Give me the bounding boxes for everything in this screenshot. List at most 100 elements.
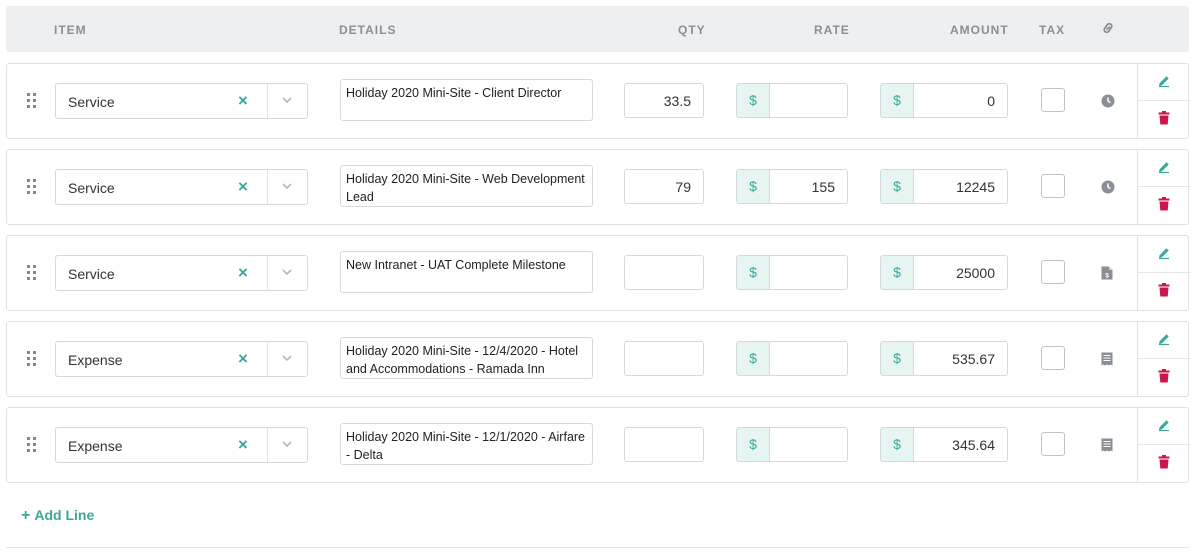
line-item-row: Expense × Holiday 2020 Mini-Site - 12/1/… — [6, 407, 1191, 483]
edit-icon[interactable] — [1157, 246, 1171, 260]
divider — [6, 547, 1189, 548]
delete-icon[interactable] — [1158, 197, 1170, 211]
details-textarea[interactable]: Holiday 2020 Mini-Site - Web Development… — [340, 165, 593, 207]
row-actions — [1137, 321, 1191, 397]
edit-icon[interactable] — [1157, 332, 1171, 346]
currency-symbol: $ — [881, 428, 914, 461]
document-icon: $ — [1101, 266, 1115, 280]
delete-icon[interactable] — [1158, 369, 1170, 383]
actions-divider — [1138, 444, 1191, 445]
select-separator — [267, 170, 268, 204]
column-header-qty: QTY — [678, 23, 706, 37]
row-actions — [1137, 235, 1191, 311]
select-separator — [267, 342, 268, 376]
chevron-down-icon[interactable] — [280, 265, 294, 279]
actions-divider — [1138, 186, 1191, 187]
row-actions — [1137, 407, 1191, 483]
amount-input[interactable]: $ 0 — [880, 83, 1008, 118]
item-type-select[interactable]: Service × — [55, 169, 308, 205]
link-icon — [1101, 21, 1115, 38]
line-item-row: Service × New Intranet - UAT Complete Mi… — [6, 235, 1191, 311]
clear-icon[interactable]: × — [238, 349, 248, 369]
rate-input[interactable]: $ — [736, 427, 848, 462]
rate-input[interactable]: $ — [736, 341, 848, 376]
line-item-row: Service × Holiday 2020 Mini-Site - Web D… — [6, 149, 1191, 225]
qty-input[interactable] — [624, 255, 704, 290]
column-header-amount: AMOUNT — [950, 23, 1009, 37]
qty-input[interactable] — [624, 427, 704, 462]
amount-value: 345.64 — [952, 437, 995, 453]
actions-divider — [1138, 100, 1191, 101]
currency-symbol: $ — [737, 428, 770, 461]
actions-divider — [1138, 358, 1191, 359]
delete-icon[interactable] — [1158, 283, 1170, 297]
drag-handle-icon[interactable] — [27, 437, 37, 453]
column-header-details: DETAILS — [339, 23, 397, 37]
details-textarea[interactable]: Holiday 2020 Mini-Site - 12/1/2020 - Air… — [340, 423, 593, 465]
tax-checkbox[interactable] — [1041, 346, 1065, 370]
chevron-down-icon[interactable] — [280, 437, 294, 451]
item-type-select[interactable]: Service × — [55, 255, 308, 291]
item-type-select[interactable]: Expense × — [55, 341, 308, 377]
delete-icon[interactable] — [1158, 455, 1170, 469]
amount-input[interactable]: $ 12245 — [880, 169, 1008, 204]
rate-input[interactable]: $ — [736, 83, 848, 118]
clear-icon[interactable]: × — [238, 91, 248, 111]
drag-handle-icon[interactable] — [27, 179, 37, 195]
details-textarea[interactable]: Holiday 2020 Mini-Site - Client Director — [340, 79, 593, 121]
column-header-item: ITEM — [54, 23, 87, 37]
edit-icon[interactable] — [1157, 160, 1171, 174]
tax-checkbox[interactable] — [1041, 432, 1065, 456]
chevron-down-icon[interactable] — [280, 93, 294, 107]
rate-input[interactable]: $ 155 — [736, 169, 848, 204]
qty-input[interactable] — [624, 341, 704, 376]
item-type-value: Service — [68, 94, 115, 110]
table-header: ITEM DETAILS QTY RATE AMOUNT TAX — [6, 6, 1189, 52]
item-type-value: Service — [68, 180, 115, 196]
clear-icon[interactable]: × — [238, 263, 248, 283]
select-separator — [267, 256, 268, 290]
add-line-button[interactable]: + Add Line — [21, 507, 94, 525]
rate-value: 155 — [811, 179, 835, 195]
drag-handle-icon[interactable] — [27, 93, 37, 109]
chevron-down-icon[interactable] — [280, 351, 294, 365]
qty-input[interactable]: 79 — [624, 169, 704, 204]
chevron-down-icon[interactable] — [280, 179, 294, 193]
tax-checkbox[interactable] — [1041, 260, 1065, 284]
svg-text:$: $ — [1105, 273, 1109, 280]
edit-icon[interactable] — [1157, 418, 1171, 432]
plus-icon: + — [21, 507, 31, 524]
item-type-value: Service — [68, 266, 115, 282]
details-textarea[interactable]: New Intranet - UAT Complete Milestone — [340, 251, 593, 293]
row-actions — [1137, 63, 1191, 139]
clock-icon — [1101, 180, 1115, 194]
item-type-select[interactable]: Service × — [55, 83, 308, 119]
amount-value: 25000 — [956, 265, 995, 281]
select-separator — [267, 428, 268, 462]
item-type-select[interactable]: Expense × — [55, 427, 308, 463]
receipt-icon — [1101, 438, 1115, 452]
drag-handle-icon[interactable] — [27, 351, 37, 367]
item-type-value: Expense — [68, 438, 123, 454]
amount-input[interactable]: $ 25000 — [880, 255, 1008, 290]
column-header-rate: RATE — [814, 23, 850, 37]
edit-icon[interactable] — [1157, 74, 1171, 88]
amount-input[interactable]: $ 535.67 — [880, 341, 1008, 376]
clear-icon[interactable]: × — [238, 177, 248, 197]
currency-symbol: $ — [881, 170, 914, 203]
drag-handle-icon[interactable] — [27, 265, 37, 281]
tax-checkbox[interactable] — [1041, 88, 1065, 112]
line-item-row: Service × Holiday 2020 Mini-Site - Clien… — [6, 63, 1191, 139]
currency-symbol: $ — [737, 342, 770, 375]
rate-input[interactable]: $ — [736, 255, 848, 290]
tax-checkbox[interactable] — [1041, 174, 1065, 198]
select-separator — [267, 84, 268, 118]
row-actions — [1137, 149, 1191, 225]
line-item-row: Expense × Holiday 2020 Mini-Site - 12/4/… — [6, 321, 1191, 397]
amount-input[interactable]: $ 345.64 — [880, 427, 1008, 462]
amount-value: 0 — [987, 93, 995, 109]
qty-input[interactable]: 33.5 — [624, 83, 704, 118]
details-textarea[interactable]: Holiday 2020 Mini-Site - 12/4/2020 - Hot… — [340, 337, 593, 379]
delete-icon[interactable] — [1158, 111, 1170, 125]
clear-icon[interactable]: × — [238, 435, 248, 455]
